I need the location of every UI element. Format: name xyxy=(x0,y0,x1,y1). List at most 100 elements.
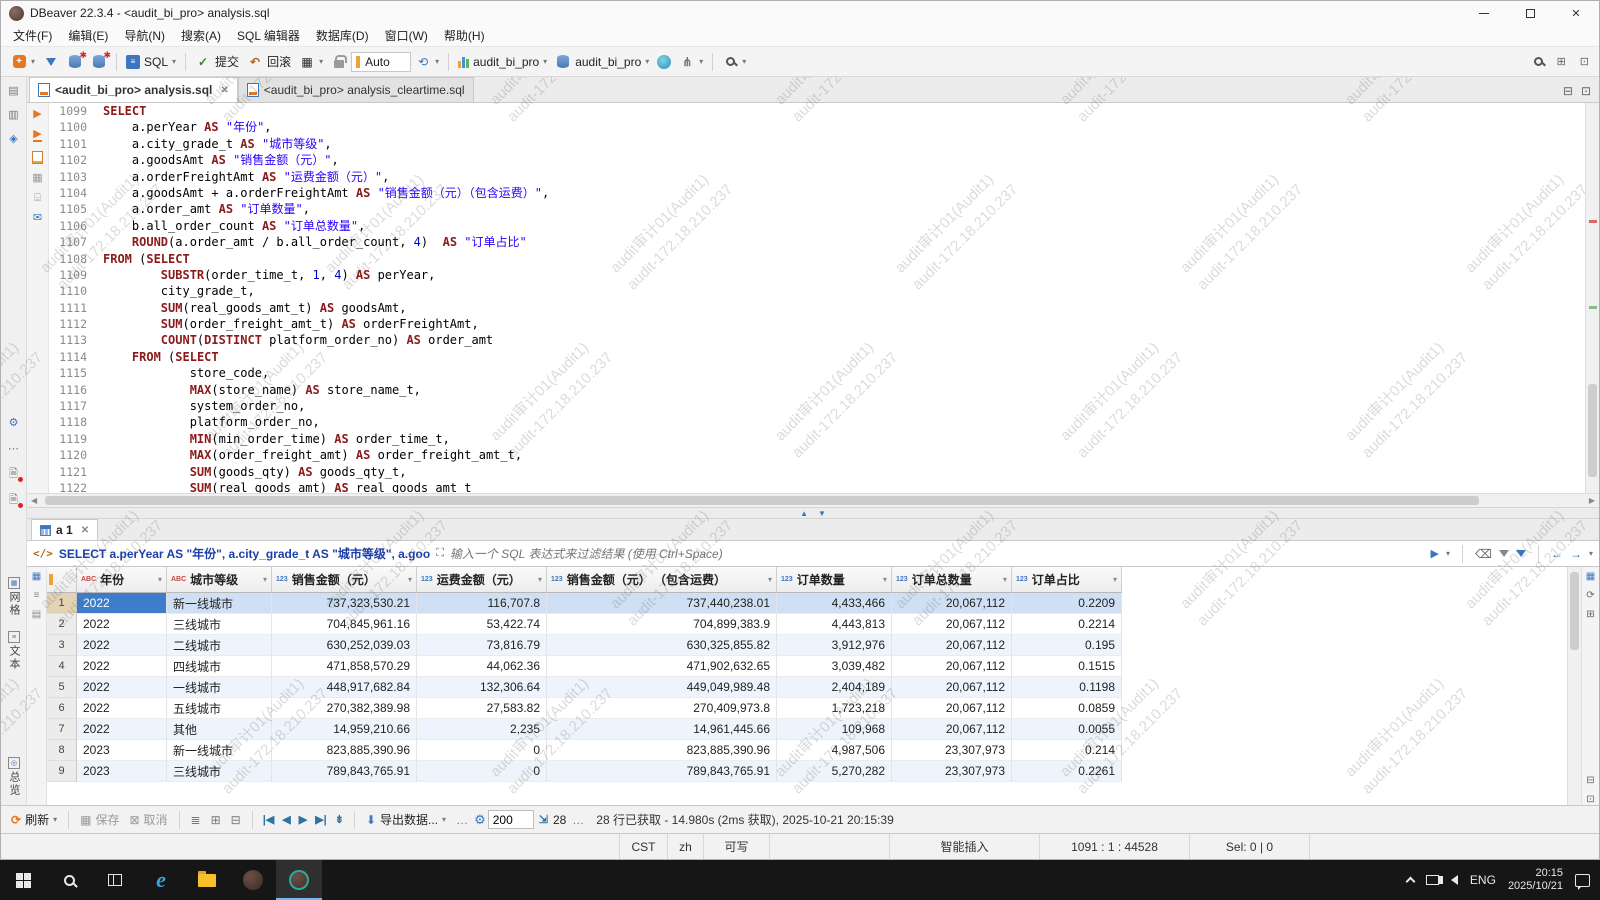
grid-cell[interactable]: 2023 xyxy=(77,740,167,761)
grid-cell[interactable]: 109,968 xyxy=(777,719,892,740)
metadata-panel-icon[interactable]: ⊞ xyxy=(1586,609,1594,620)
nav-menu-icon[interactable]: ▾ xyxy=(1589,549,1593,558)
first-page-icon[interactable]: |◀ xyxy=(260,813,278,826)
grid-cell[interactable]: 630,252,039.03 xyxy=(272,635,417,656)
grid-cell[interactable]: 2022 xyxy=(77,677,167,698)
grid-cell[interactable]: 23,307,973 xyxy=(892,761,1012,782)
execute-script-icon[interactable]: ▶ xyxy=(33,129,41,142)
grid-cell[interactable]: 0.214 xyxy=(1012,740,1122,761)
database-selector[interactable]: audit_bi_pro▾ xyxy=(551,52,653,72)
grid-cell[interactable]: 789,843,765.91 xyxy=(272,761,417,782)
grid-cell[interactable]: 二线城市 xyxy=(167,635,272,656)
start-button[interactable] xyxy=(0,860,46,900)
grid-settings-icon[interactable]: ⚙ xyxy=(474,812,486,828)
grid-cell[interactable]: 2022 xyxy=(77,698,167,719)
settings-gear-icon[interactable]: ⚙ xyxy=(5,413,23,431)
execute-statement-icon[interactable]: ▶ xyxy=(33,109,41,120)
grid-cell[interactable]: 一线城市 xyxy=(167,677,272,698)
grid-cell[interactable]: 0 xyxy=(417,740,547,761)
column-filter-icon[interactable]: ▾ xyxy=(768,575,772,584)
refresh-button[interactable]: ⟳刷新▾ xyxy=(7,809,61,830)
row-number[interactable]: 2 xyxy=(47,614,77,635)
export-log-icon[interactable]: 🗎 xyxy=(5,465,23,483)
file-explorer-button[interactable] xyxy=(184,860,230,900)
column-filter-icon[interactable]: ▾ xyxy=(1003,575,1007,584)
menu-item[interactable]: 搜索(A) xyxy=(173,24,229,47)
column-header[interactable]: 123订单数量▾ xyxy=(777,567,892,593)
save-button[interactable]: ▦保存 xyxy=(76,809,123,830)
row-number[interactable]: 3 xyxy=(47,635,77,656)
row-number[interactable]: 8 xyxy=(47,740,77,761)
grid-cell[interactable]: 44,062.36 xyxy=(417,656,547,677)
grid-cell[interactable]: 2022 xyxy=(77,656,167,677)
grid-cell[interactable]: 1,723,218 xyxy=(777,698,892,719)
grid-cell[interactable]: 2022 xyxy=(77,719,167,740)
refresh-panel-icon[interactable]: ⟳ xyxy=(1586,590,1594,601)
grid-cell[interactable]: 20,067,112 xyxy=(892,593,1012,614)
column-header[interactable]: 123销售金额（元）▾ xyxy=(272,567,417,593)
grid-cell[interactable]: 0 xyxy=(417,761,547,782)
grid-cell[interactable]: 116,707.8 xyxy=(417,593,547,614)
grid-cell[interactable]: 789,843,765.91 xyxy=(547,761,777,782)
grid-cell[interactable]: 132,306.64 xyxy=(417,677,547,698)
duplicate-row-button[interactable]: ⊞ xyxy=(207,811,225,829)
minimize-button[interactable] xyxy=(1461,1,1507,25)
commit-mode-combo[interactable]: Auto xyxy=(351,52,411,72)
grid-vertical-scrollbar[interactable] xyxy=(1567,567,1581,805)
grid-cell[interactable]: 其他 xyxy=(167,719,272,740)
prev-page-icon[interactable]: ◀ xyxy=(279,813,293,826)
grid-cell[interactable]: 2022 xyxy=(77,614,167,635)
grid-view-icon[interactable]: ▦ xyxy=(32,571,41,582)
grid-cell[interactable]: 823,885,390.96 xyxy=(272,740,417,761)
close-button[interactable]: ✕ xyxy=(1553,1,1599,25)
grid-cell[interactable]: 630,325,855.82 xyxy=(547,635,777,656)
grid-cell[interactable]: 53,422.74 xyxy=(417,614,547,635)
minimize-editor-icon[interactable]: ⊟ xyxy=(1563,84,1573,98)
apply-filter-icon[interactable]: ▶ xyxy=(1431,547,1439,560)
grid-cell[interactable]: 新一线城市 xyxy=(167,593,272,614)
next-page-icon[interactable]: ▶ xyxy=(296,813,310,826)
maximize-editor-icon[interactable]: ⊡ xyxy=(1581,84,1591,98)
text-view-icon[interactable]: ≡ xyxy=(34,590,40,601)
column-header[interactable]: 123销售金额（元） （包含运费）▾ xyxy=(547,567,777,593)
column-filter-icon[interactable]: ▾ xyxy=(263,575,267,584)
rollback-button[interactable]: ↶回滚 xyxy=(243,51,295,72)
menu-item[interactable]: 编辑(E) xyxy=(60,24,116,47)
grid-cell[interactable]: 471,858,570.29 xyxy=(272,656,417,677)
panels-icon[interactable]: ⊡ xyxy=(1586,794,1594,805)
grid-cell[interactable]: 449,049,989.48 xyxy=(547,677,777,698)
explain-plan-icon[interactable]: ▦ xyxy=(32,173,42,184)
column-filter-icon[interactable]: ▾ xyxy=(883,575,887,584)
column-header[interactable]: 123运费金额（元）▾ xyxy=(417,567,547,593)
filter-settings-icon[interactable] xyxy=(1516,550,1526,557)
grid-cell[interactable]: 737,440,238.01 xyxy=(547,593,777,614)
grid-corner[interactable] xyxy=(47,567,77,593)
grid-cell[interactable]: 823,885,390.96 xyxy=(547,740,777,761)
grid-cell[interactable]: 14,959,210.66 xyxy=(272,719,417,740)
fetch-size-input[interactable] xyxy=(488,810,534,829)
nav-forward-icon[interactable]: → xyxy=(1570,547,1582,561)
grid-cell[interactable]: 4,987,506 xyxy=(777,740,892,761)
grid-cell[interactable]: 4,433,466 xyxy=(777,593,892,614)
grid-cell[interactable]: 四线城市 xyxy=(167,656,272,677)
navigator-link-button[interactable] xyxy=(653,53,675,71)
grid-cell[interactable]: 三线城市 xyxy=(167,761,272,782)
open-sql-script-button[interactable]: ✱ xyxy=(87,52,111,72)
scroll-right-icon[interactable]: ▶ xyxy=(1589,496,1595,505)
dbeaver-taskbar-button[interactable] xyxy=(276,860,322,900)
column-header[interactable]: ABC年份▾ xyxy=(77,567,167,593)
database-navigator-icon[interactable]: ▤ xyxy=(5,81,23,99)
display-tray-icon[interactable] xyxy=(1426,875,1439,885)
cancel-button[interactable]: ⊠取消 xyxy=(125,809,171,830)
scrollbar-thumb[interactable] xyxy=(45,496,1479,505)
task-view-button[interactable] xyxy=(92,860,138,900)
grid-cell[interactable]: 新一线城市 xyxy=(167,740,272,761)
collapse-down-icon[interactable]: ▼ xyxy=(818,509,826,518)
hidden-icons-chevron[interactable] xyxy=(1405,877,1415,887)
grid-cell[interactable]: 0.0055 xyxy=(1012,719,1122,740)
overflow-icon[interactable]: … xyxy=(568,813,588,827)
remove-filter-icon[interactable] xyxy=(1499,550,1509,557)
grid-cell[interactable]: 0.1198 xyxy=(1012,677,1122,698)
tab-analysis-cleartime-sql[interactable]: <audit_bi_pro> analysis_cleartime.sql xyxy=(238,77,474,102)
new-sql-editor-button[interactable]: ✱ xyxy=(63,52,87,72)
